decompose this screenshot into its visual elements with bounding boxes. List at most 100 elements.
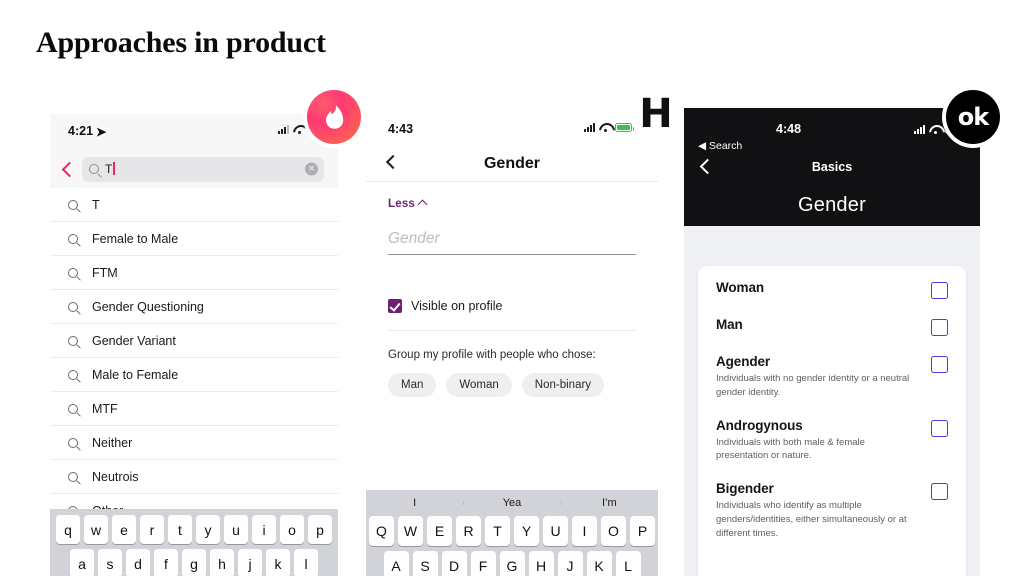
option-name: Woman — [716, 280, 765, 295]
list-item[interactable]: Androgynous Individuals with both male &… — [716, 418, 948, 464]
list-item[interactable]: Neither — [50, 426, 338, 460]
status-back-to-search[interactable]: ◀ Search — [698, 140, 742, 152]
option-name: Man — [716, 317, 743, 332]
list-item[interactable]: Woman — [716, 280, 948, 299]
status-bar: 4:21 ➤ — [50, 114, 338, 150]
option-text: Agender Individuals with no gender ident… — [716, 354, 926, 400]
key[interactable]: O — [601, 516, 626, 546]
location-arrow-icon: ➤ — [96, 125, 107, 139]
key[interactable]: H — [528, 551, 554, 576]
pill-man[interactable]: Man — [388, 373, 437, 397]
key[interactable]: Y — [514, 516, 539, 546]
list-item[interactable]: FTM — [50, 256, 338, 290]
search-icon — [68, 199, 78, 210]
key[interactable]: t — [168, 515, 192, 544]
key[interactable]: L — [615, 551, 641, 576]
prediction[interactable]: I — [366, 497, 463, 509]
key[interactable]: I — [572, 516, 597, 546]
option-description: Individuals who identify as multiple gen… — [716, 500, 907, 539]
key[interactable]: U — [543, 516, 568, 546]
okcupid-ok-icon: ok — [946, 90, 1000, 144]
list-item[interactable]: Man — [716, 317, 948, 336]
pill-woman[interactable]: Woman — [446, 373, 512, 397]
key[interactable]: k — [266, 549, 290, 576]
less-toggle[interactable]: Less — [388, 198, 636, 210]
key[interactable]: g — [182, 549, 206, 576]
key[interactable]: T — [485, 516, 510, 546]
search-input[interactable]: T × — [82, 156, 324, 182]
key[interactable]: A — [383, 551, 409, 576]
checkbox-unchecked-icon[interactable] — [931, 282, 948, 299]
key[interactable]: s — [98, 549, 122, 576]
group-pills: Man Woman Non-binary — [388, 373, 636, 397]
checkbox-unchecked-icon[interactable] — [931, 483, 948, 501]
back-chevron-icon[interactable] — [58, 160, 76, 178]
list-item[interactable]: Male to Female — [50, 358, 338, 392]
key[interactable]: K — [586, 551, 612, 576]
list-item[interactable]: Agender Individuals with no gender ident… — [716, 354, 948, 400]
key[interactable]: G — [499, 551, 525, 576]
key[interactable]: e — [112, 515, 136, 544]
key[interactable]: D — [441, 551, 467, 576]
option-text: Woman — [716, 280, 774, 295]
key[interactable]: l — [294, 549, 318, 576]
key[interactable]: y — [196, 515, 220, 544]
key[interactable]: J — [557, 551, 583, 576]
hinge-h-icon: H — [639, 91, 673, 137]
checkbox-unchecked-icon[interactable] — [931, 419, 948, 437]
key[interactable]: Q — [369, 516, 394, 546]
prediction[interactable]: I’m — [560, 497, 658, 509]
search-icon — [68, 437, 78, 448]
list-item[interactable]: T — [50, 188, 338, 222]
list-item[interactable]: Bigender Individuals who identify as mul… — [716, 481, 948, 540]
page-title: Approaches in product — [36, 26, 326, 59]
onscreen-keyboard[interactable]: q w e r t y u i o p a s d f g h j k l — [50, 509, 338, 576]
key[interactable]: o — [280, 515, 304, 544]
key[interactable]: p — [308, 515, 332, 544]
prediction[interactable]: Yea — [463, 497, 560, 509]
pill-non-binary[interactable]: Non-binary — [521, 373, 605, 397]
back-chevron-icon[interactable] — [384, 155, 398, 169]
text-caret — [113, 162, 115, 175]
wifi-icon — [929, 125, 941, 134]
group-profile-label: Group my profile with people who chose: — [388, 349, 596, 361]
checkbox-unchecked-icon[interactable] — [931, 319, 948, 336]
option-text: Androgynous Individuals with both male &… — [716, 418, 926, 464]
key[interactable]: P — [630, 516, 655, 546]
key[interactable]: w — [84, 515, 108, 544]
checkbox-unchecked-icon[interactable] — [931, 356, 948, 373]
list-item[interactable]: MTF — [50, 392, 338, 426]
key[interactable]: i — [252, 515, 276, 544]
key[interactable]: d — [126, 549, 150, 576]
checkbox-checked-icon[interactable] — [388, 299, 402, 313]
gender-field-placeholder: Gender — [388, 230, 440, 247]
list-item[interactable]: Neutrois — [50, 460, 338, 494]
search-icon — [68, 233, 78, 244]
key[interactable]: S — [412, 551, 438, 576]
search-icon — [68, 369, 78, 380]
key[interactable]: R — [456, 516, 481, 546]
status-time: 4:48 — [776, 122, 802, 136]
list-item[interactable]: Gender Variant — [50, 324, 338, 358]
key[interactable]: W — [398, 516, 423, 546]
key[interactable]: h — [210, 549, 234, 576]
gender-field[interactable]: Gender — [388, 230, 636, 255]
list-item[interactable]: Gender Questioning — [50, 290, 338, 324]
nav-title: Gender — [483, 155, 540, 172]
key[interactable]: u — [224, 515, 248, 544]
option-description: Individuals with no gender identity or a… — [716, 373, 910, 398]
key[interactable]: q — [56, 515, 80, 544]
clear-circle-icon[interactable]: × — [305, 162, 318, 176]
onscreen-keyboard[interactable]: I Yea I’m Q W E R T Y U I O P A S D F G … — [366, 490, 658, 576]
key[interactable]: j — [238, 549, 262, 576]
list-item[interactable]: Female to Male — [50, 222, 338, 256]
key[interactable]: a — [70, 549, 94, 576]
key[interactable]: r — [140, 515, 164, 544]
status-bar: 4:43 — [366, 114, 658, 146]
wifi-icon — [599, 123, 611, 132]
key[interactable]: f — [154, 549, 178, 576]
predictive-text-bar: I Yea I’m — [366, 490, 658, 516]
key[interactable]: F — [470, 551, 496, 576]
visible-on-profile-row[interactable]: Visible on profile — [388, 299, 636, 313]
key[interactable]: E — [427, 516, 452, 546]
